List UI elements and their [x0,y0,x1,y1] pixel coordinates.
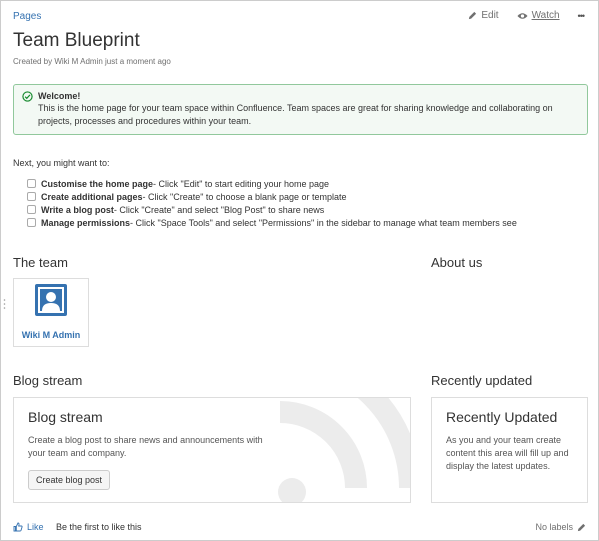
page-title: Team Blueprint [13,30,140,51]
like-summary: Be the first to like this [56,522,142,532]
pencil-icon [469,11,477,20]
task-desc: - Click "Create" to choose a blank page … [142,191,347,202]
check-circle-icon [22,91,33,102]
drag-handle-icon[interactable] [3,298,6,310]
blog-card-body: Create a blog post to share news and ann… [28,435,263,458]
more-actions-button[interactable]: ••• [577,10,586,21]
blog-stream-card: Blog stream Create a blog post to share … [13,397,411,503]
thumbs-up-icon [13,522,23,532]
task-title: Customise the home page [41,178,154,189]
task-title: Create additional pages [41,191,143,202]
edit-labels-icon[interactable] [577,523,586,532]
page-byline: Created by Wiki M Admin just a moment ag… [13,57,171,66]
recently-updated-card: Recently Updated As you and your team cr… [431,397,588,503]
task-checkbox[interactable] [27,205,36,214]
like-label: Like [27,522,44,532]
no-labels-text: No labels [535,522,573,532]
breadcrumb-pages[interactable]: Pages [13,11,41,22]
task-item: Customise the home page - Click "Edit" t… [27,177,517,190]
recent-heading: Recently updated [431,373,533,388]
watch-button[interactable]: Watch [517,10,560,21]
team-heading: The team [13,255,68,270]
team-member-name[interactable]: Wiki M Admin [14,330,88,340]
task-item: Create additional pages - Click "Create"… [27,190,517,203]
edit-label: Edit [481,10,499,21]
task-list: Customise the home page - Click "Edit" t… [27,177,517,229]
recent-card-title: Recently Updated [446,409,558,425]
blog-card-title: Blog stream [28,409,103,425]
eye-icon [517,12,528,19]
task-checkbox[interactable] [27,179,36,188]
page-actions: Edit Watch ••• [468,10,586,21]
like-button[interactable]: Like [13,522,44,532]
next-intro: Next, you might want to: [13,158,110,168]
create-blog-post-button[interactable]: Create blog post [28,470,111,490]
edit-button[interactable]: Edit [468,10,499,21]
more-icon: ••• [577,10,586,21]
about-heading: About us [431,255,483,270]
team-member-card[interactable]: Wiki M Admin [13,278,89,347]
blog-heading: Blog stream [13,373,83,388]
rss-feed-icon [278,398,410,502]
task-desc: - Click "Space Tools" and select "Permis… [130,217,517,228]
task-item: Write a blog post - Click "Create" and s… [27,203,517,216]
recent-card-body: As you and your team create content this… [446,435,569,471]
welcome-panel: Welcome! This is the home page for your … [13,84,588,135]
task-title: Manage permissions [41,217,131,228]
user-icon [38,287,64,313]
labels-area[interactable]: No labels [535,522,586,532]
task-title: Write a blog post [41,204,114,215]
task-checkbox[interactable] [27,218,36,227]
welcome-body: This is the home page for your team spac… [38,103,553,126]
task-desc: - Click "Edit" to start editing your hom… [153,178,330,189]
welcome-title: Welcome! [38,91,81,101]
watch-label: Watch [531,10,560,21]
task-desc: - Click "Create" and select "Blog Post" … [113,204,325,215]
task-item: Manage permissions - Click "Space Tools"… [27,216,517,229]
avatar[interactable] [35,284,67,316]
task-checkbox[interactable] [27,192,36,201]
